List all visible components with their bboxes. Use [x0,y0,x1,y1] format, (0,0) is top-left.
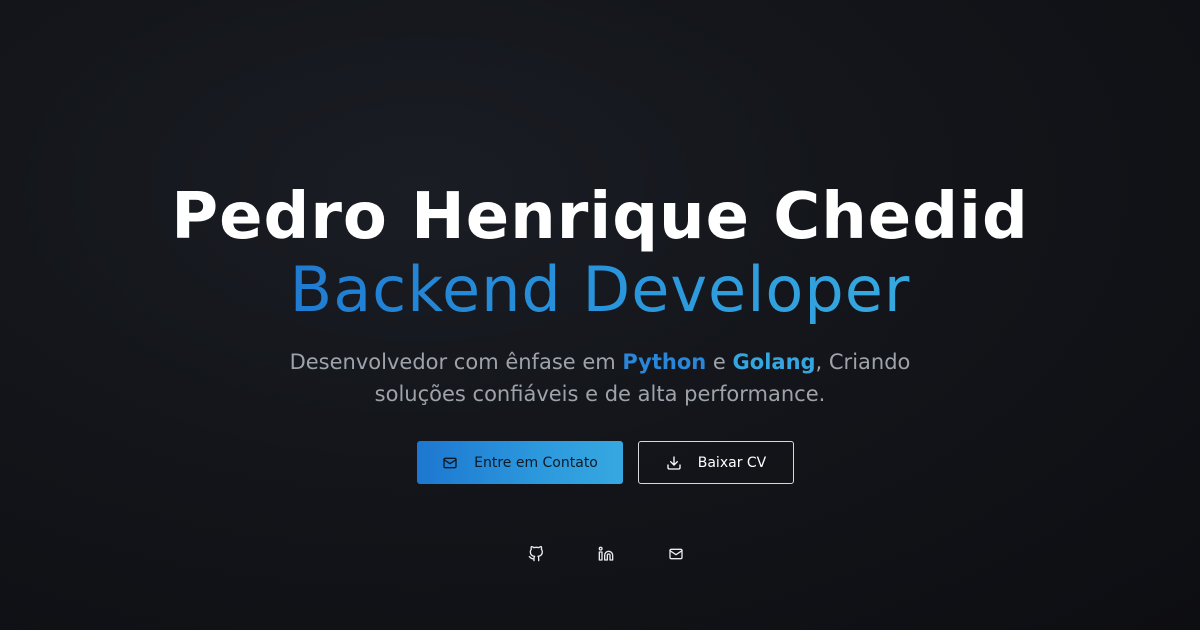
download-cv-label: Baixar CV [697,454,767,471]
description-line2: soluções confiáveis e de alta performanc… [374,382,826,406]
linkedin-link[interactable] [597,545,615,563]
hero-role-text: Backend Developer [289,253,911,326]
mail-icon [668,546,684,562]
hero-section: Pedro Henrique Chedid Backend Developer … [0,0,1200,630]
description-intro: Desenvolvedor com ênfase em [289,350,623,374]
hero-role: Backend Developer [0,252,1200,328]
github-icon [528,546,544,562]
github-link[interactable] [527,545,545,563]
hero-name: Pedro Henrique Chedid [171,180,1029,254]
email-link[interactable] [667,545,685,563]
contact-button-label: Entre em Contato [474,454,598,471]
download-icon [666,455,682,471]
linkedin-icon [598,546,614,562]
contact-button[interactable]: Entre em Contato [417,441,623,484]
description-connector: e [706,350,733,374]
download-cv-button[interactable]: Baixar CV [638,441,794,484]
hero-description: Desenvolvedor com ênfase em Python e Gol… [0,346,1200,410]
mail-icon [442,455,458,471]
description-line1-end: , Criando [815,350,911,374]
highlight-golang: Golang [732,350,816,374]
highlight-python: Python [622,350,707,374]
